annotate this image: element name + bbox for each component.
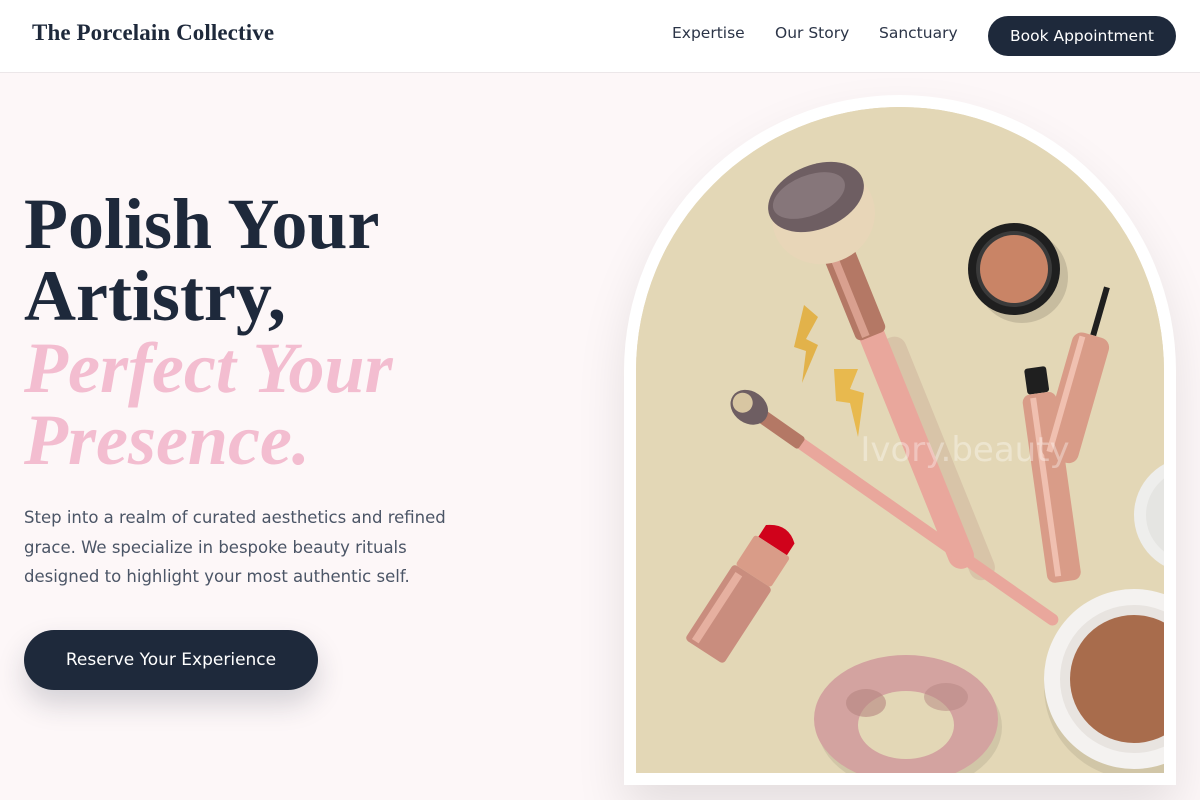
headline-line-2: Artistry, [24,256,286,336]
hero-image-frame: Ivory.beauty [624,95,1176,785]
image-watermark: Ivory.beauty [860,430,1070,470]
site-header: The Porcelain Collective Expertise Our S… [0,0,1200,73]
reserve-experience-button[interactable]: Reserve Your Experience [24,630,318,690]
book-appointment-button[interactable]: Book Appointment [988,16,1176,56]
hero-image: Ivory.beauty [636,107,1164,773]
brand-logo[interactable]: The Porcelain Collective [32,20,274,46]
headline-line-1: Polish Your [24,184,380,264]
headline-accent-2: Presence. [24,400,310,480]
nav-link-our-story[interactable]: Our Story [775,24,849,42]
nav-link-expertise[interactable]: Expertise [672,24,745,42]
hero-description: Step into a realm of curated aesthetics … [24,508,446,586]
headline-accent-1: Perfect Your [24,328,393,408]
hero-headline: Polish Your Artistry, Perfect Your Prese… [24,188,584,476]
nav-link-sanctuary[interactable]: Sanctuary [879,24,958,42]
